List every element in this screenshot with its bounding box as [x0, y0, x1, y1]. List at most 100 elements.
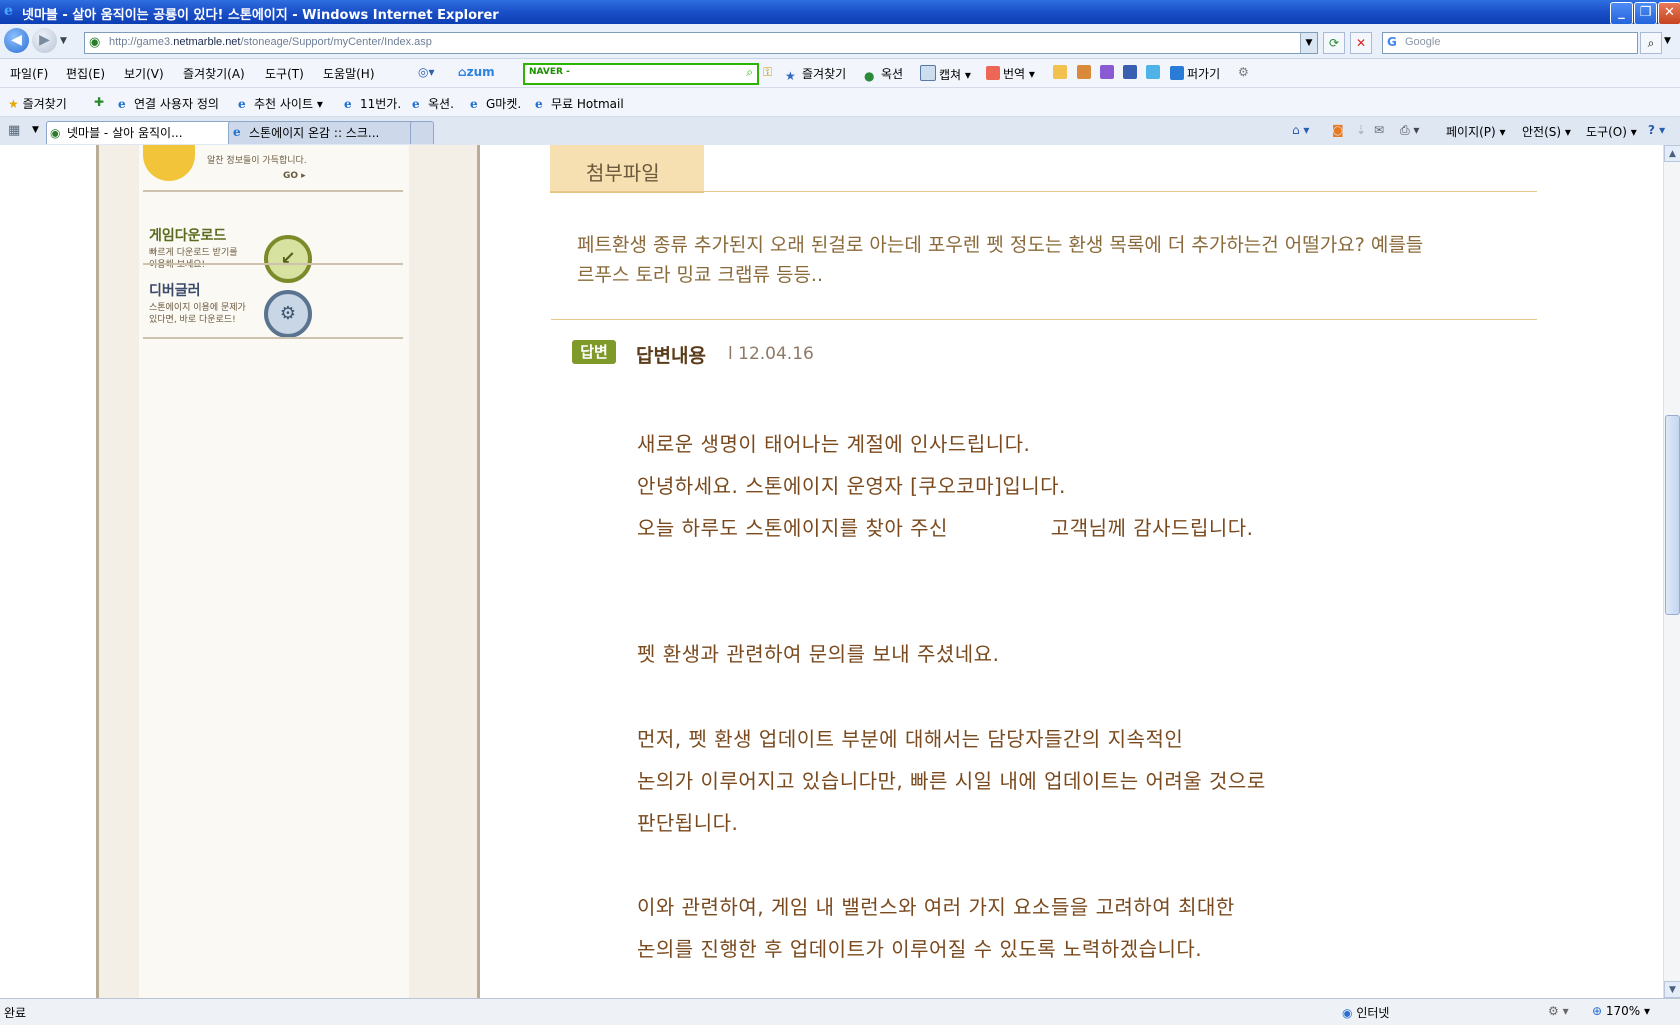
answer-date: l 12.04.16: [728, 344, 814, 364]
scroll-up-icon[interactable]: ▲: [1664, 145, 1680, 162]
ie-page-icon: e: [118, 97, 126, 111]
vertical-scrollbar[interactable]: ▲ ▼: [1663, 145, 1680, 998]
attachment-tab[interactable]: 첨부파일: [550, 145, 704, 193]
zum-button[interactable]: ⌂zum: [458, 65, 495, 79]
answer-line: 새로운 생명이 태어나는 계절에 인사드립니다.: [637, 432, 1031, 456]
zoom-level[interactable]: ⊕ 170% ▾: [1592, 1004, 1650, 1018]
toolbar-capture-button[interactable]: 캡쳐 ▾: [920, 65, 971, 83]
fav-item-suggested-sites[interactable]: e 추천 사이트 ▾: [238, 95, 323, 112]
back-button[interactable]: ◀: [4, 28, 29, 53]
recent-pages-dropdown-icon[interactable]: ▼: [60, 36, 67, 46]
minimize-button[interactable]: _: [1610, 2, 1633, 25]
auction-icon: ●: [864, 69, 875, 83]
tab-list-dropdown-icon[interactable]: ▼: [32, 125, 39, 135]
toolbar-auction-button[interactable]: ● 옥션: [864, 65, 903, 83]
ie-page-icon: e: [535, 97, 543, 111]
tab-label: 넷마블 - 살아 움직이...: [67, 126, 183, 140]
safety-menu[interactable]: 안전(S) ▾: [1522, 123, 1571, 140]
answer-line: 안녕하세요. 스톤에이지 운영자 [쿠오코마]입니다.: [637, 474, 1066, 498]
globe-icon: ◉: [50, 126, 61, 140]
star-icon: ★: [785, 69, 796, 83]
zoom-icon: ⊕: [1592, 1004, 1603, 1018]
menu-view[interactable]: 보기(V): [124, 65, 164, 82]
toolbar-translate-button[interactable]: 번역 ▾: [986, 65, 1035, 82]
ie-page-icon: e: [412, 97, 420, 111]
google-icon: G: [1387, 35, 1397, 49]
maximize-button[interactable]: ❐: [1634, 2, 1657, 25]
search-icon[interactable]: ⌕: [1640, 32, 1662, 54]
fav-item-auction[interactable]: e 옥션.: [412, 95, 454, 112]
save-icon[interactable]: [1123, 65, 1140, 80]
book-icon[interactable]: [1100, 65, 1117, 80]
search-options-icon[interactable]: ▼: [1664, 36, 1671, 46]
answer-title: 답변내용: [636, 345, 706, 367]
ie-page-icon: e: [238, 97, 246, 111]
address-dropdown-icon[interactable]: ▼: [1300, 33, 1317, 53]
ie-page-icon: e: [233, 125, 241, 139]
left-sidebar: 알찬 정보들이 가득합니다. GO ▸ 게임다운로드 빠르게 다운로드 받기를 이…: [96, 145, 480, 998]
menu-edit[interactable]: 편집(E): [66, 65, 105, 82]
read-mail-icon[interactable]: ⇣: [1356, 123, 1366, 137]
note-icon[interactable]: [1053, 65, 1070, 80]
globe-icon: ◉: [1342, 1006, 1353, 1020]
new-tab-button[interactable]: [410, 121, 434, 144]
tab-stoneage-ongam[interactable]: e 스톤에이지 온감 :: 스크...: [228, 121, 428, 144]
search-input[interactable]: G Google: [1382, 32, 1638, 54]
address-bar[interactable]: ◉ http://game3.netmarble.net/stoneage/Su…: [84, 32, 1318, 54]
toolbar-settings-icon[interactable]: ⚙: [1238, 65, 1249, 79]
tab-bar: ▦ ▼ ◉ 넷마블 - 살아 움직이... ✕ e 스톤에이지 온감 :: 스크…: [0, 117, 1680, 146]
fav-item-hotmail[interactable]: e 무료 Hotmail: [535, 95, 624, 112]
answer-line: 논의를 진행한 후 업데이트가 이루어질 수 있도록 노력하겠습니다.: [637, 937, 1203, 961]
refresh-icon[interactable]: ⟳: [1323, 32, 1345, 54]
answer-line: 논의가 이루어지고 있습니다만, 빠른 시일 내에 업데이트는 어려울 것으로: [637, 769, 1266, 793]
answer-line: 이와 관련하여, 게임 내 밸런스와 여러 가지 요소들을 고려하여 최대한: [637, 895, 1235, 919]
title-bar: e 넷마블 - 살아 움직이는 공룡이 있다! 스톤에이지 - Windows …: [0, 0, 1680, 25]
menu-help[interactable]: 도움말(H): [323, 65, 375, 82]
ie-page-icon: e: [470, 97, 478, 111]
twitter-icon[interactable]: [1146, 65, 1163, 80]
tools-menu[interactable]: 도구(O) ▾: [1586, 123, 1637, 140]
answer-line: 오늘 하루도 스톤에이지를 찾아 주신 고객님께 감사드립니다.: [637, 516, 1254, 540]
add-favorite-icon[interactable]: ✚: [94, 95, 104, 109]
naver-search-input[interactable]: NAVER - ⌕: [523, 63, 759, 85]
window-title: 넷마블 - 살아 움직이는 공룡이 있다! 스톤에이지 - Windows In…: [22, 8, 499, 23]
gear-icon: ⚙: [264, 290, 312, 338]
print-icon[interactable]: ⎙ ▾: [1400, 123, 1419, 138]
sidebar-debugger[interactable]: 디버글러 스톤에이지 이용에 문제가 있다면, 바로 다운로드! ⚙: [149, 280, 409, 360]
fav-item-custom-links[interactable]: e 연결 사용자 정의: [118, 95, 219, 112]
key-icon[interactable]: ⚿: [763, 65, 772, 80]
page-icon: ◉: [89, 35, 101, 50]
forward-button[interactable]: ▶: [32, 28, 57, 53]
close-button[interactable]: ✕: [1658, 2, 1680, 25]
feeds-icon[interactable]: ◙: [1332, 123, 1344, 137]
scrap-icon: [1170, 66, 1184, 80]
toolbar-scrap-button[interactable]: 퍼가기: [1170, 65, 1220, 82]
mail-icon[interactable]: ✉: [1374, 123, 1384, 137]
answer-badge: 답변: [572, 340, 616, 364]
menu-tools[interactable]: 도구(T): [265, 65, 304, 82]
naver-search-icon[interactable]: ⌕: [746, 65, 753, 80]
favorites-button[interactable]: ★ 즐겨찾기: [8, 95, 67, 112]
favorites-star-icon: ★: [8, 97, 19, 111]
page-menu[interactable]: 페이지(P) ▾: [1446, 123, 1506, 140]
address-url[interactable]: http://game3.netmarble.net/stoneage/Supp…: [109, 36, 432, 48]
quick-tabs-icon[interactable]: ▦: [8, 123, 20, 138]
translate-dropdown-icon[interactable]: ▾: [1029, 67, 1035, 81]
help-icon[interactable]: ? ▾: [1648, 123, 1665, 137]
answer-line: 판단됩니다.: [637, 811, 739, 835]
toolbar-favorites-button[interactable]: ★ 즐겨찾기: [785, 65, 846, 83]
home-icon[interactable]: ⌂ ▾: [1292, 123, 1309, 137]
menu-favorites[interactable]: 즐겨찾기(A): [183, 65, 245, 82]
fav-item-11st[interactable]: e 11번가.: [344, 95, 401, 112]
scroll-down-icon[interactable]: ▼: [1664, 981, 1680, 998]
scroll-thumb[interactable]: [1665, 415, 1680, 615]
brush-icon[interactable]: [1077, 65, 1094, 80]
fav-item-gmarket[interactable]: e G마켓.: [470, 95, 521, 112]
protected-mode-icon[interactable]: ⚙ ▾: [1548, 1004, 1569, 1018]
home-icon: ⌂: [458, 65, 467, 79]
tab-netmarble[interactable]: ◉ 넷마블 - 살아 움직이... ✕: [46, 121, 242, 144]
sidebar-go-link[interactable]: GO ▸: [283, 171, 306, 181]
stop-icon[interactable]: ✕: [1350, 32, 1372, 54]
ie-options-icon[interactable]: ◎▾: [418, 65, 435, 79]
menu-file[interactable]: 파일(F): [10, 65, 48, 82]
